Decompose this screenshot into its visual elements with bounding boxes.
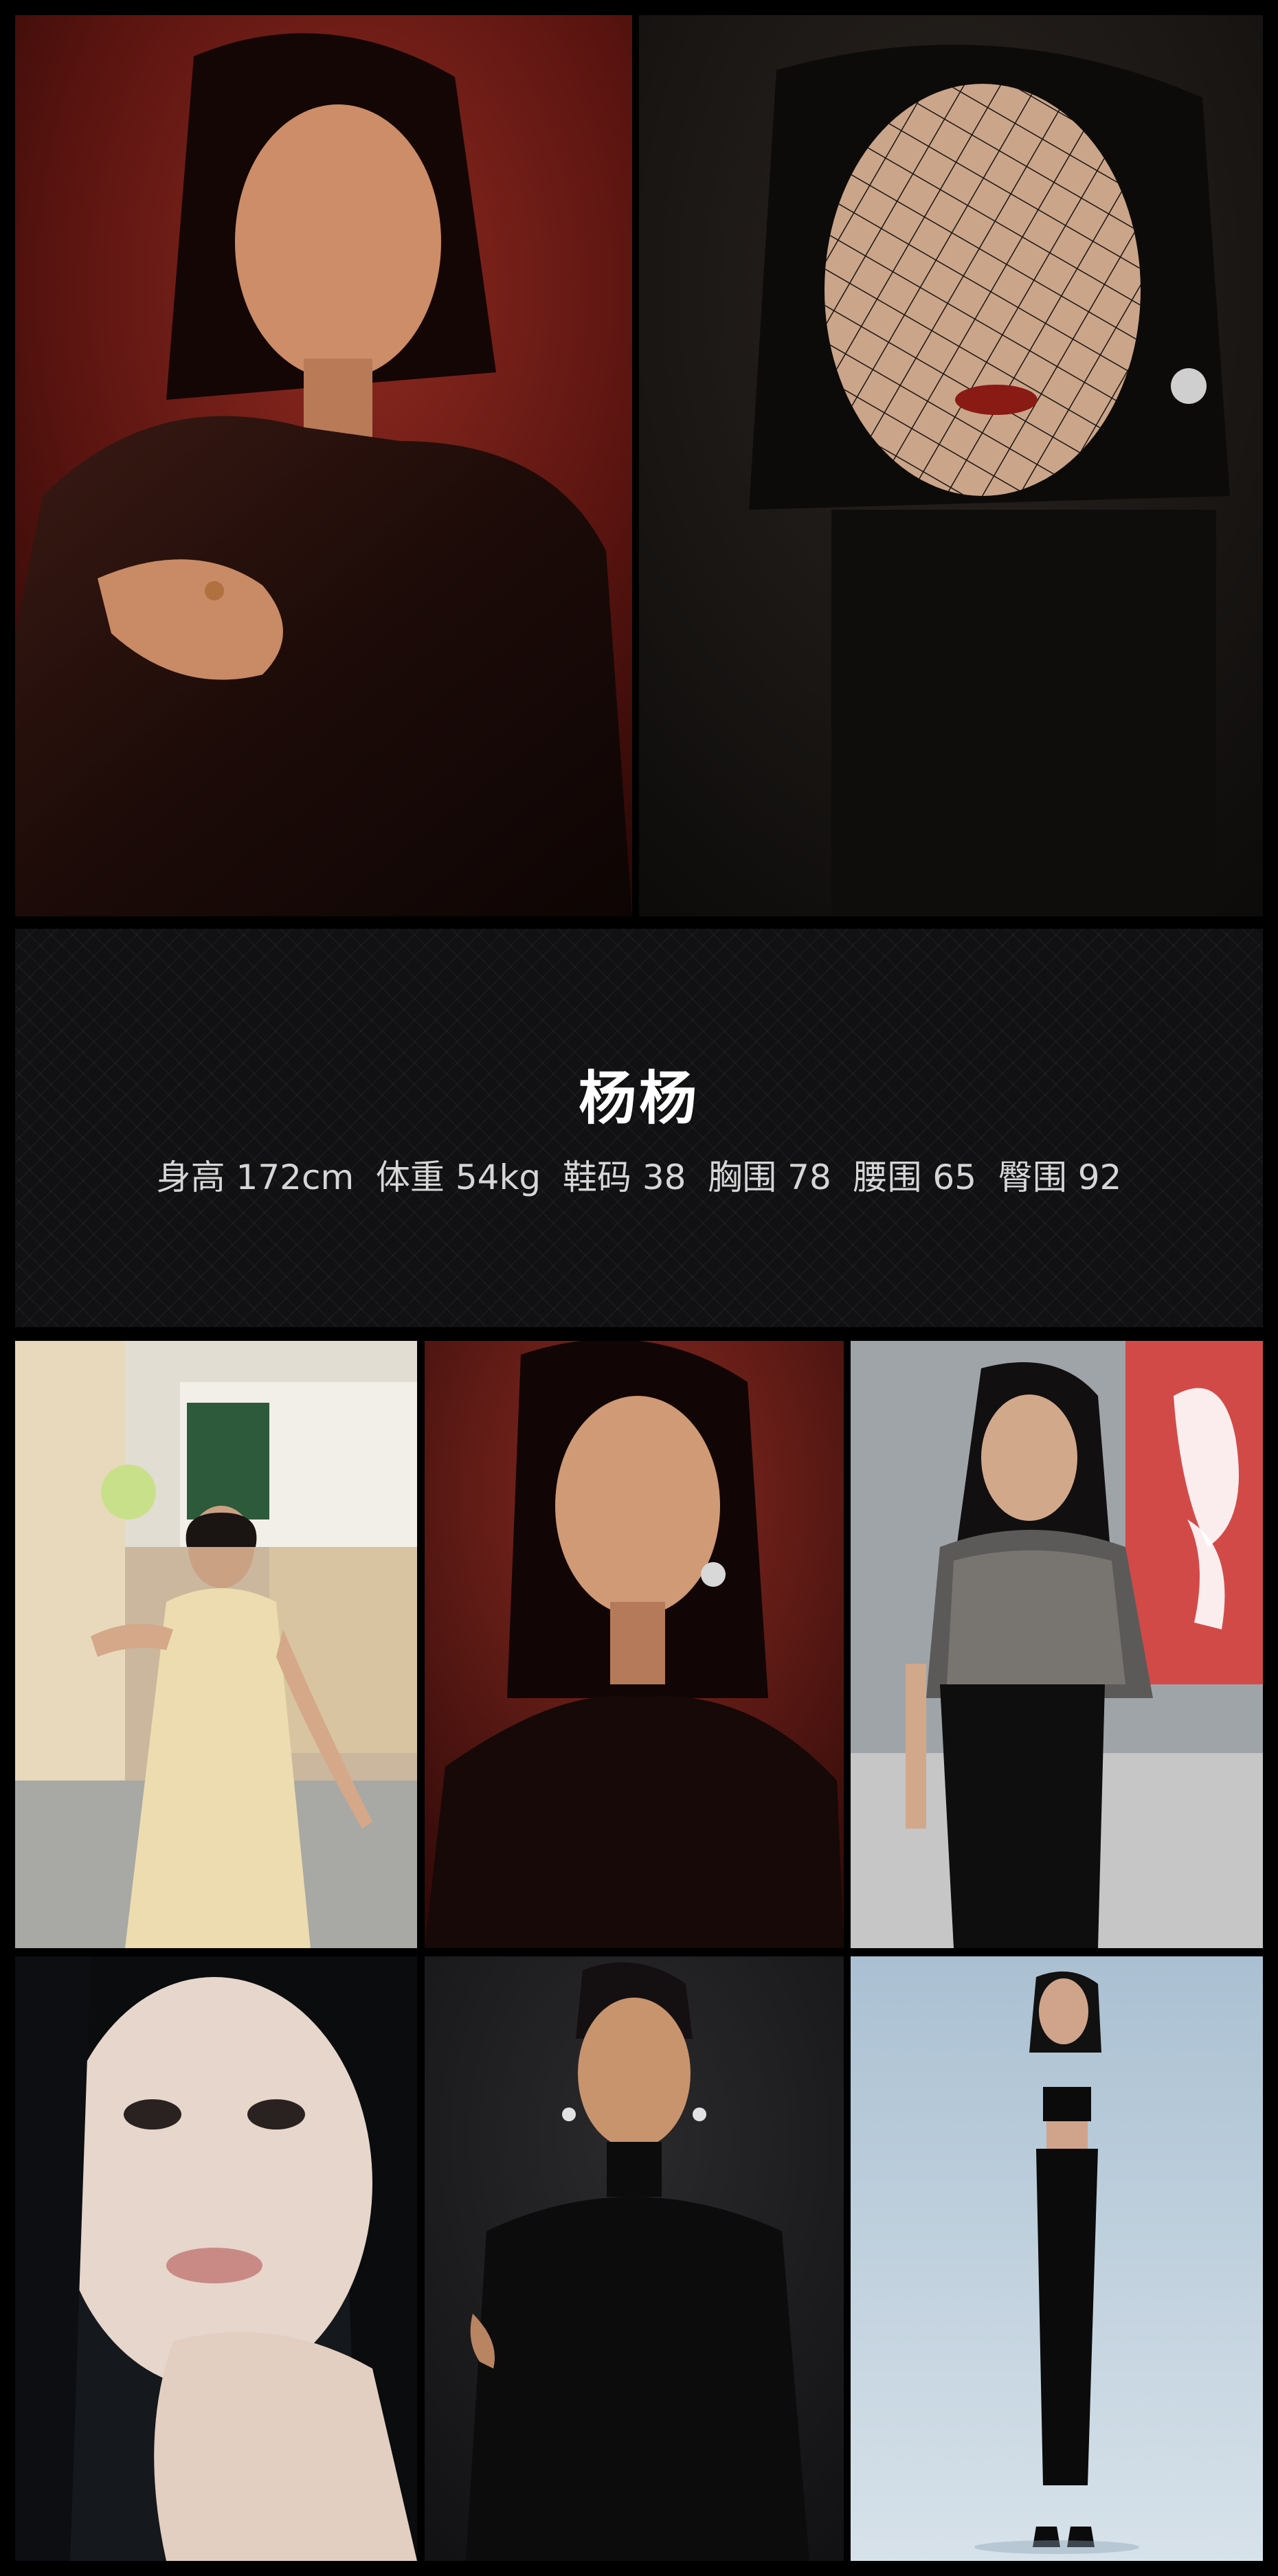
photo-closeup-hand-chin[interactable] [15, 1956, 417, 2561]
photo-cream-dress-cafe[interactable] [15, 1341, 417, 1948]
model-info-panel: 杨杨 身高 172cm 体重 54kg 鞋码 38 胸围 78 腰围 65 臀围… [15, 929, 1263, 1327]
photo-portrait-red-leather[interactable] [15, 15, 632, 916]
model-name: 杨杨 [578, 1065, 699, 1132]
photo-portrait-red-backdrop[interactable] [425, 1341, 844, 1948]
model-stats: 身高 172cm 体重 54kg 鞋码 38 胸围 78 腰围 65 臀围 92 [156, 1157, 1122, 1197]
photo-sequin-top-street[interactable] [851, 1341, 1263, 1948]
photo-portrait-net-veil[interactable] [639, 15, 1263, 916]
photo-black-outfit-blue-studio[interactable] [851, 1956, 1263, 2561]
photo-black-turtleneck-studio[interactable] [425, 1956, 844, 2561]
